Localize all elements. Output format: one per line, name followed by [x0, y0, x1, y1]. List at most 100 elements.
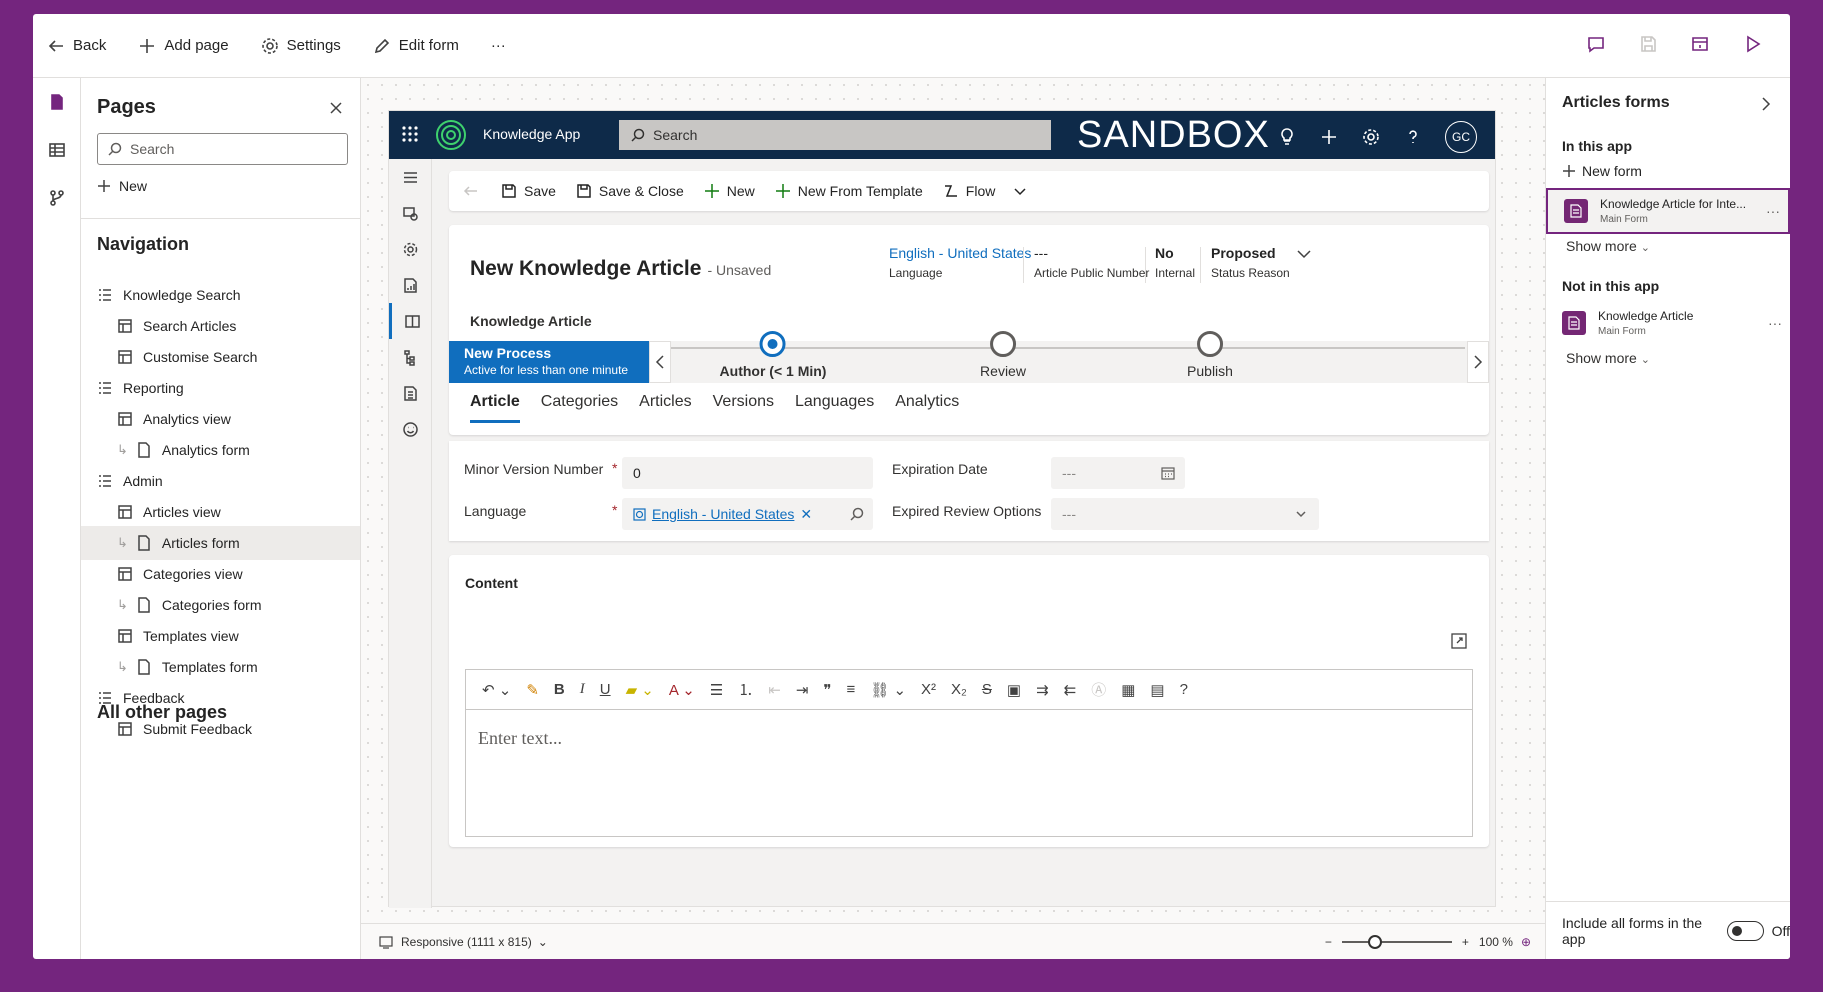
rail-automation[interactable] [33, 174, 81, 222]
increase-indent-icon[interactable]: ⇥ [796, 681, 809, 699]
nav-item[interactable]: Analytics view [81, 402, 360, 436]
close-icon[interactable] [328, 100, 344, 116]
rtl-icon[interactable]: ⇇ [1064, 681, 1077, 699]
font-color-icon[interactable]: A ⌄ [669, 681, 695, 699]
bullet-list-icon[interactable]: ☰ [710, 681, 723, 699]
zoom-in-button[interactable]: + [1462, 935, 1469, 949]
sitemap-customise-search[interactable] [389, 231, 432, 267]
ltr-icon[interactable]: ⇉ [1036, 681, 1049, 699]
tab-analytics[interactable]: Analytics [895, 393, 959, 423]
save-icon[interactable] [1638, 34, 1658, 54]
sitemap-categories[interactable] [389, 339, 432, 375]
header-field-language[interactable]: English - United States Language [889, 245, 1031, 280]
link-icon[interactable]: ⛓ ⌄ [870, 681, 906, 699]
save-button[interactable]: Save [501, 183, 556, 199]
nav-item[interactable]: Knowledge Search [81, 278, 360, 312]
new-button[interactable]: New [704, 183, 755, 199]
arrow-left-icon[interactable] [463, 183, 479, 199]
expand-icon[interactable] [1451, 633, 1467, 649]
plus-icon[interactable] [1319, 127, 1339, 147]
remove-icon[interactable]: ✕ [800, 506, 812, 523]
tab-languages[interactable]: Languages [795, 393, 874, 423]
save-close-button[interactable]: Save & Close [576, 183, 684, 199]
stage-author[interactable]: Author (< 1 Min) [720, 331, 826, 379]
rail-data[interactable] [33, 126, 81, 174]
numbered-list-icon[interactable]: ⒈ [738, 679, 753, 700]
zoom-slider-thumb[interactable] [1367, 934, 1382, 949]
sitemap-feedback[interactable] [389, 411, 432, 447]
new-page-button[interactable]: New [97, 178, 147, 194]
chevron-down-icon[interactable] [1295, 245, 1313, 263]
language-lookup-field[interactable]: English - United States ✕ [622, 498, 873, 530]
search-icon[interactable] [850, 507, 864, 521]
responsive-selector[interactable]: Responsive (1111 x 815) [401, 935, 532, 949]
nav-item[interactable]: Articles view [81, 495, 360, 529]
expiration-date-field[interactable]: --- [1051, 457, 1185, 489]
nav-item[interactable]: ↳ Categories form [81, 588, 360, 622]
lightbulb-icon[interactable] [1277, 127, 1297, 147]
sitemap-articles[interactable] [389, 303, 432, 339]
nav-item[interactable]: Customise Search [81, 340, 360, 374]
avatar[interactable]: GC [1445, 121, 1477, 153]
nav-item[interactable]: Categories view [81, 557, 360, 591]
strikethrough-icon[interactable]: S [982, 681, 992, 698]
superscript-icon[interactable]: X² [921, 681, 936, 698]
language-link[interactable]: English - United States [652, 506, 794, 522]
fit-icon[interactable]: ⊕ [1521, 935, 1531, 949]
chevron-down-icon[interactable]: ⌄ [538, 935, 548, 949]
new-form-button[interactable]: New form [1562, 163, 1642, 179]
editor-body[interactable]: Enter text... [466, 710, 1472, 767]
flow-button[interactable]: Flow [943, 183, 1029, 199]
pages-search-input[interactable]: Search [97, 133, 348, 165]
back-button[interactable]: Back [47, 37, 106, 55]
help-icon[interactable] [1403, 127, 1423, 147]
stage-publish[interactable]: Publish [1187, 331, 1233, 379]
zoom-slider[interactable] [1341, 934, 1452, 949]
quote-icon[interactable]: ❞ [823, 681, 831, 699]
underline-icon[interactable]: U [600, 681, 611, 698]
form-item-kb-internal[interactable]: Knowledge Article for Inte... Main Form ·… [1546, 188, 1790, 234]
comment-icon[interactable] [1586, 34, 1606, 54]
nav-item[interactable]: ↳ Analytics form [81, 433, 360, 467]
nav-item[interactable]: Templates view [81, 619, 360, 653]
nav-item[interactable]: ↳ Articles form [81, 526, 360, 560]
show-more-link[interactable]: Show more ⌄ [1566, 238, 1650, 254]
settings-button[interactable]: Settings [261, 37, 341, 55]
italic-icon[interactable]: I [580, 681, 585, 698]
align-icon[interactable]: ≡ [846, 681, 855, 698]
expired-review-select[interactable]: --- [1051, 498, 1319, 530]
more-options-icon[interactable]: ··· [1766, 203, 1780, 219]
zoom-out-button[interactable]: − [1325, 935, 1332, 949]
rail-pages[interactable] [33, 78, 81, 126]
more-options-icon[interactable]: ··· [1768, 315, 1782, 331]
show-more-link[interactable]: Show more ⌄ [1566, 350, 1650, 366]
more-button[interactable]: ··· [491, 37, 506, 54]
form-item-kb-main[interactable]: Knowledge Article Main Form ··· [1546, 300, 1790, 346]
tab-versions[interactable]: Versions [713, 393, 774, 423]
chevron-right-icon[interactable] [1760, 96, 1772, 112]
sitemap-analytics[interactable] [389, 267, 432, 303]
decrease-indent-icon[interactable]: ⇤ [768, 681, 781, 699]
bpf-prev-button[interactable] [649, 341, 671, 383]
process-flag[interactable]: New Process Active for less than one min… [449, 341, 649, 383]
nav-item[interactable]: ↳ Templates form [81, 650, 360, 684]
undo-icon[interactable]: ↶ ⌄ [482, 681, 511, 699]
bold-icon[interactable]: B [554, 681, 565, 698]
clear-format-icon[interactable]: Ⓐ [1091, 679, 1106, 700]
stage-review[interactable]: Review [980, 331, 1026, 379]
tab-categories[interactable]: Categories [541, 393, 618, 423]
add-page-button[interactable]: Add page [138, 37, 229, 55]
nav-item[interactable]: Admin [81, 464, 360, 498]
highlight-icon[interactable]: ▰ ⌄ [626, 681, 654, 699]
app-search-input[interactable]: Search [619, 120, 1051, 150]
subscript-icon[interactable]: X₂ [951, 681, 967, 698]
sitemap-templates[interactable] [389, 375, 432, 411]
gear-icon[interactable] [1361, 127, 1381, 147]
edit-form-button[interactable]: Edit form [373, 37, 459, 55]
nav-item[interactable]: Reporting [81, 371, 360, 405]
image-icon[interactable]: ▣ [1007, 681, 1021, 699]
sitemap-search-articles[interactable] [389, 195, 432, 231]
new-from-template-button[interactable]: New From Template [775, 183, 923, 199]
play-icon[interactable] [1742, 34, 1762, 54]
bpf-next-button[interactable] [1467, 341, 1489, 383]
